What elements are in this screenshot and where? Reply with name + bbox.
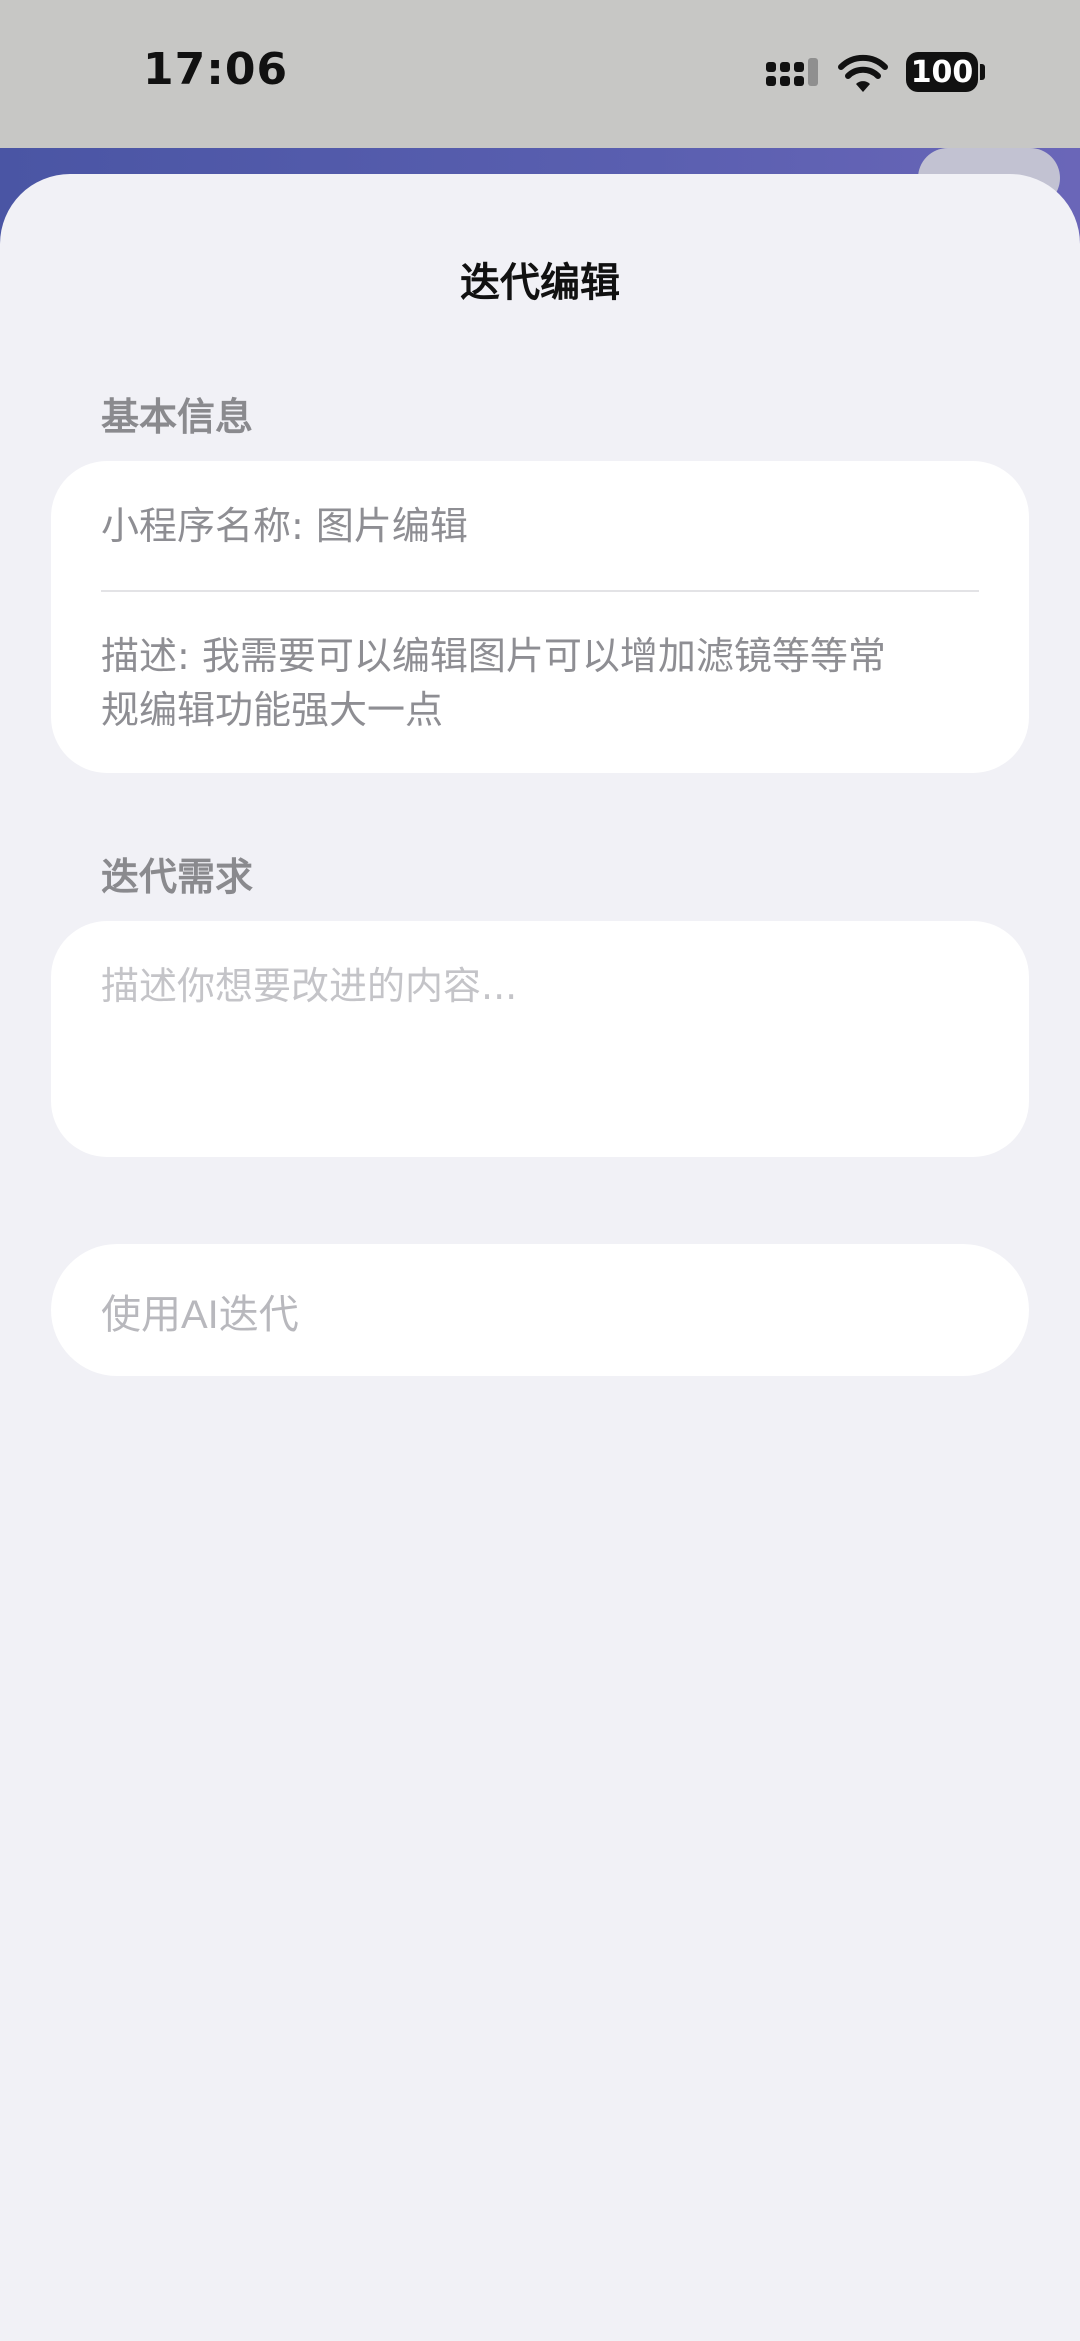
card-divider xyxy=(101,590,979,592)
basic-info-label: 基本信息 xyxy=(101,395,254,439)
basic-info-card: 小程序名称: 图片编辑 描述: 我需要可以编辑图片可以增加滤镜等等常 规编辑功能… xyxy=(51,461,1029,773)
wifi-icon xyxy=(838,54,888,92)
battery-cap xyxy=(980,64,985,80)
iteration-requirement-input[interactable] xyxy=(101,959,979,1139)
description-line-2: 规编辑功能强大一点 xyxy=(101,688,444,732)
sheet-title: 迭代编辑 xyxy=(460,260,620,306)
iteration-label: 迭代需求 xyxy=(101,855,254,899)
mini-program-name: 小程序名称: 图片编辑 xyxy=(101,504,468,548)
description-line-1: 描述: 我需要可以编辑图片可以增加滤镜等等常 xyxy=(101,634,886,678)
battery-level: 100 xyxy=(910,54,974,90)
status-time: 17:06 xyxy=(143,44,289,95)
battery-icon: 100 xyxy=(906,52,978,92)
status-bar: 17:06 100 xyxy=(0,0,1080,148)
use-ai-iterate-button[interactable]: 使用AI迭代 xyxy=(51,1244,1029,1376)
ai-button-label: 使用AI迭代 xyxy=(101,1293,299,1337)
cellular-signal-icon xyxy=(766,58,818,86)
iteration-input-card[interactable] xyxy=(51,921,1029,1157)
